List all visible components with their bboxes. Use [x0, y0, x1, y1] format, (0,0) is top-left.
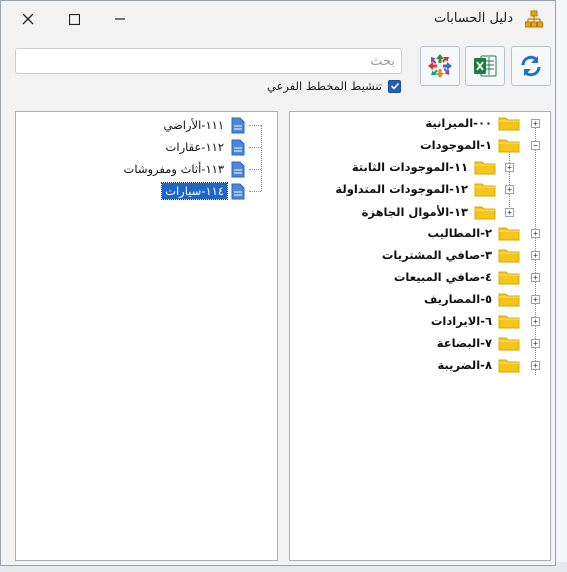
tree-node-label: ٦-الايرادات — [430, 314, 492, 328]
tree-node[interactable]: ٢-المطاليب — [428, 222, 520, 244]
tree-node[interactable]: ١٣-الأموال الجاهزة — [362, 201, 496, 223]
tree-node[interactable]: ٤-صافي المبيعات — [394, 266, 520, 288]
folder-icon — [498, 271, 520, 285]
list-item-label: ١١٢-عقارات — [165, 140, 224, 154]
tree-node[interactable]: ١٢-الموجودات المتداولة — [335, 178, 496, 200]
expand-arrows-icon — [428, 54, 452, 78]
document-icon — [231, 183, 245, 199]
list-item-label: ١١٣-أثاث ومفروشات — [123, 162, 224, 176]
expand-toggle[interactable]: + — [531, 229, 540, 238]
search-input[interactable] — [15, 48, 402, 74]
list-item-selected[interactable]: ١١٤-سيارات — [161, 181, 245, 201]
export-excel-button[interactable] — [465, 46, 505, 86]
maximize-icon — [68, 13, 80, 25]
close-icon — [22, 13, 34, 25]
activate-sub-chart-option[interactable]: تنشيط المخطط الفرعي — [267, 79, 401, 93]
checkmark-icon — [390, 82, 399, 90]
org-chart-icon — [525, 10, 543, 28]
list-item-label: ١١٤-سيارات — [161, 182, 228, 200]
tree-node[interactable]: ٣-صافي المشتريات — [382, 244, 520, 266]
tree-node[interactable]: ٠٠-الميزانية — [425, 112, 520, 134]
tree-node-label: ٤-صافي المبيعات — [393, 270, 492, 284]
document-icon — [231, 139, 245, 155]
list-connector — [249, 147, 261, 148]
expand-all-button[interactable] — [420, 46, 460, 86]
list-item[interactable]: ١١٣-أثاث ومفروشات — [121, 159, 245, 179]
folder-icon — [498, 337, 520, 351]
excel-icon — [474, 55, 497, 77]
expand-toggle[interactable]: + — [531, 361, 540, 370]
tree-connector — [535, 123, 536, 375]
tree-node-label: ١٢-الموجودات المتداولة — [335, 182, 468, 196]
minimize-button[interactable] — [109, 9, 131, 29]
window-title: دليل الحسابات — [434, 11, 513, 26]
folder-icon — [474, 206, 496, 220]
expand-toggle[interactable]: + — [531, 251, 540, 260]
list-connector — [249, 125, 261, 126]
close-button[interactable] — [17, 9, 39, 29]
folder-icon — [498, 227, 520, 241]
expand-toggle[interactable]: + — [505, 163, 514, 172]
folder-icon — [474, 161, 496, 175]
folder-icon — [498, 139, 520, 153]
folder-icon — [498, 293, 520, 307]
minimize-icon — [115, 18, 125, 20]
folder-icon — [498, 249, 520, 263]
tree-node-label: ١١-الموجودات الثابتة — [351, 160, 468, 174]
tree-node[interactable]: ١١-الموجودات الثابتة — [352, 156, 496, 178]
tree-node[interactable]: ٥-المصاريف — [424, 288, 520, 310]
folder-icon — [498, 359, 520, 373]
tree-node[interactable]: ٧-البضاعة — [437, 332, 520, 354]
tree-node-label: ١-الموجودات — [420, 138, 492, 152]
tree-node-label: ٣-صافي المشتريات — [381, 248, 492, 262]
list-connector — [249, 191, 261, 192]
list-connector — [249, 169, 261, 170]
folder-icon — [498, 315, 520, 329]
maximize-button[interactable] — [63, 9, 85, 29]
activate-sub-chart-label: تنشيط المخطط الفرعي — [266, 79, 382, 93]
expand-toggle[interactable]: + — [531, 295, 540, 304]
list-item[interactable]: ١١٢-عقارات — [163, 137, 245, 157]
expand-toggle[interactable]: + — [505, 185, 514, 194]
folder-icon — [474, 183, 496, 197]
tree-node-label: ٨-الضريبة — [437, 358, 492, 372]
tree-connector — [509, 149, 510, 215]
expand-toggle[interactable]: + — [531, 273, 540, 282]
tree-node-label: ١٣-الأموال الجاهزة — [361, 205, 468, 219]
expand-toggle[interactable]: + — [531, 119, 540, 128]
refresh-icon — [521, 55, 541, 77]
list-connector — [261, 125, 262, 191]
document-icon — [231, 161, 245, 177]
folder-icon — [498, 117, 520, 131]
expand-toggle[interactable]: + — [531, 339, 540, 348]
document-icon — [231, 117, 245, 133]
expand-toggle[interactable]: + — [505, 208, 514, 217]
tree-node[interactable]: ٦-الايرادات — [431, 310, 520, 332]
tree-node-label: ٠٠-الميزانية — [425, 116, 492, 130]
list-item-label: ١١١-الأراضي — [163, 118, 224, 132]
tree-node-label: ٧-البضاعة — [436, 336, 492, 350]
chart-of-accounts-window: دليل الحسابات تنشيط المخطط الفرعي — [0, 0, 556, 566]
sub-accounts-panel[interactable]: ١١١-الأراضي ١١٢-عقارات ١١٣-أثاث ومفروشات… — [15, 111, 278, 561]
tree-node-label: ٢-المطاليب — [427, 226, 492, 240]
tree-node[interactable]: ٨-الضريبة — [437, 354, 520, 376]
tree-node-label: ٥-المصاريف — [423, 292, 492, 306]
collapse-toggle[interactable]: − — [531, 141, 540, 150]
accounts-tree-panel[interactable]: ٠٠-الميزانية + ١-الموجودات − ١١-الموجودا… — [289, 111, 551, 561]
title-bar[interactable]: دليل الحسابات — [1, 1, 555, 37]
refresh-button[interactable] — [511, 46, 551, 86]
expand-toggle[interactable]: + — [531, 317, 540, 326]
tree-node[interactable]: ١-الموجودات — [420, 134, 520, 156]
list-item[interactable]: ١١١-الأراضي — [160, 115, 245, 135]
activate-sub-chart-checkbox[interactable] — [388, 79, 401, 93]
